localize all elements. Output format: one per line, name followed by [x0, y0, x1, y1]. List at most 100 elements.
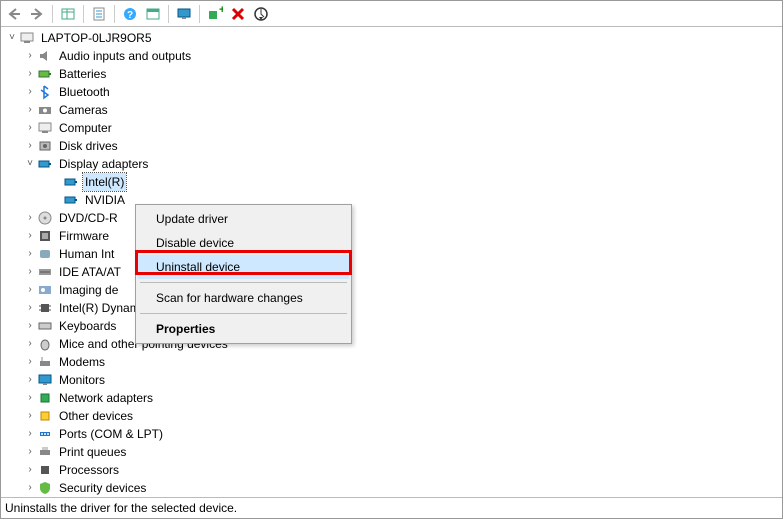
remove-button[interactable]	[227, 3, 249, 25]
tree-item[interactable]: › Modems	[3, 353, 782, 371]
svg-text:+: +	[219, 6, 223, 16]
menu-item-label: Update driver	[156, 212, 228, 226]
tree-item[interactable]: › Network adapters	[3, 389, 782, 407]
tree-item-label[interactable]: IDE ATA/AT	[57, 263, 123, 281]
chevron-right-icon[interactable]: ›	[23, 283, 37, 297]
device-tree[interactable]: ˅ LAPTOP-0LJR9OR5 › Audio inputs and out…	[1, 27, 782, 498]
toolbar-separator	[52, 5, 53, 23]
tree-item[interactable]: › Ports (COM & LPT)	[3, 425, 782, 443]
chevron-right-icon[interactable]: ›	[23, 49, 37, 63]
tree-item-label[interactable]: Intel(R)	[83, 173, 126, 191]
chevron-right-icon[interactable]: ›	[23, 319, 37, 333]
menu-properties[interactable]: Properties	[138, 317, 349, 341]
tree-item-label[interactable]: Network adapters	[57, 389, 155, 407]
tree-item[interactable]: › Processors	[3, 461, 782, 479]
tree-item[interactable]: › Computer	[3, 119, 782, 137]
chevron-right-icon[interactable]: ›	[23, 373, 37, 387]
chevron-right-icon[interactable]: ›	[23, 301, 37, 315]
tree-item-label[interactable]: Disk drives	[57, 137, 120, 155]
chevron-right-icon[interactable]: ›	[23, 337, 37, 351]
menu-item-label: Disable device	[156, 236, 234, 250]
tree-item[interactable]: › Firmware	[3, 227, 782, 245]
tree-item[interactable]: › Human Int	[3, 245, 782, 263]
tree-item[interactable]: › Audio inputs and outputs	[3, 47, 782, 65]
tree-item-label[interactable]: Audio inputs and outputs	[57, 47, 193, 65]
tree-item-label[interactable]: Security devices	[57, 479, 148, 497]
tree-item-label[interactable]: Other devices	[57, 407, 135, 425]
tree-item-label[interactable]: Keyboards	[57, 317, 118, 335]
tree-item[interactable]: › Mice and other pointing devices	[3, 335, 782, 353]
tree-item-label[interactable]: Display adapters	[57, 155, 150, 173]
tree-item-label[interactable]: Modems	[57, 353, 107, 371]
show-hidden-button[interactable]	[57, 3, 79, 25]
tree-item[interactable]: › DVD/CD-R	[3, 209, 782, 227]
chevron-right-icon[interactable]: ›	[23, 247, 37, 261]
tree-item-label[interactable]: NVIDIA	[83, 191, 127, 209]
chevron-right-icon[interactable]: ›	[23, 265, 37, 279]
action-button[interactable]	[142, 3, 164, 25]
chevron-right-icon[interactable]: ›	[23, 427, 37, 441]
window-icon	[145, 6, 161, 22]
tree-item-display-adapters[interactable]: ˅ Display adapters	[3, 155, 782, 173]
chevron-right-icon[interactable]: ›	[23, 139, 37, 153]
chevron-right-icon[interactable]: ›	[23, 391, 37, 405]
menu-disable-device[interactable]: Disable device	[138, 231, 349, 255]
forward-button[interactable]	[26, 3, 48, 25]
scan-icon	[253, 6, 269, 22]
properties-button[interactable]	[88, 3, 110, 25]
tree-item[interactable]: › Imaging de	[3, 281, 782, 299]
chevron-down-icon[interactable]: ˅	[5, 31, 19, 45]
add-hardware-button[interactable]: +	[204, 3, 226, 25]
help-button[interactable]: ?	[119, 3, 141, 25]
tree-item-label[interactable]: Batteries	[57, 65, 108, 83]
toolbar-separator	[114, 5, 115, 23]
chevron-right-icon[interactable]: ›	[23, 445, 37, 459]
tree-item-label[interactable]: Computer	[57, 119, 114, 137]
chevron-right-icon[interactable]: ›	[23, 67, 37, 81]
tree-item-intel[interactable]: Intel(R)	[3, 173, 782, 191]
chevron-right-icon[interactable]: ›	[23, 355, 37, 369]
tree-item-label[interactable]: Print queues	[57, 443, 128, 461]
tree-item[interactable]: › Batteries	[3, 65, 782, 83]
tree-item[interactable]: › IDE ATA/AT	[3, 263, 782, 281]
tree-item-label[interactable]: Processors	[57, 461, 121, 479]
chevron-right-icon[interactable]: ›	[23, 211, 37, 225]
tree-item[interactable]: › Security devices	[3, 479, 782, 497]
tree-root-label[interactable]: LAPTOP-0LJR9OR5	[39, 29, 154, 47]
tree-item-nvidia[interactable]: NVIDIA	[3, 191, 782, 209]
chevron-right-icon[interactable]: ›	[23, 103, 37, 117]
arrow-left-icon	[6, 6, 22, 22]
tree-item[interactable]: › Other devices	[3, 407, 782, 425]
tree-item-label[interactable]: Firmware	[57, 227, 111, 245]
tree-item[interactable]: › Bluetooth	[3, 83, 782, 101]
scan-button[interactable]	[250, 3, 272, 25]
tree-item-label[interactable]: Monitors	[57, 371, 107, 389]
tree-item[interactable]: › Monitors	[3, 371, 782, 389]
chevron-right-icon[interactable]: ›	[23, 85, 37, 99]
tree-root[interactable]: ˅ LAPTOP-0LJR9OR5	[3, 29, 782, 47]
chevron-right-icon[interactable]: ›	[23, 463, 37, 477]
tree-item-label[interactable]: DVD/CD-R	[57, 209, 120, 227]
tree-item-label[interactable]: Cameras	[57, 101, 110, 119]
printer-icon	[37, 444, 53, 460]
menu-uninstall-device[interactable]: Uninstall device	[138, 255, 349, 279]
chevron-right-icon[interactable]: ›	[23, 409, 37, 423]
chevron-down-icon[interactable]: ˅	[23, 157, 37, 171]
tree-item[interactable]: › Cameras	[3, 101, 782, 119]
chevron-right-icon[interactable]: ›	[23, 229, 37, 243]
chevron-right-icon[interactable]: ›	[23, 121, 37, 135]
tree-item-label[interactable]: Human Int	[57, 245, 116, 263]
toolbar-separator	[168, 5, 169, 23]
tree-item-label[interactable]: Imaging de	[57, 281, 120, 299]
tree-item[interactable]: › Intel(R) Dynamic Platform and Thermal …	[3, 299, 782, 317]
view-button[interactable]	[173, 3, 195, 25]
tree-item-label[interactable]: Ports (COM & LPT)	[57, 425, 165, 443]
chevron-right-icon[interactable]: ›	[23, 481, 37, 495]
tree-item[interactable]: › Disk drives	[3, 137, 782, 155]
menu-scan-hardware[interactable]: Scan for hardware changes	[138, 286, 349, 310]
back-button[interactable]	[3, 3, 25, 25]
menu-update-driver[interactable]: Update driver	[138, 207, 349, 231]
tree-item-label[interactable]: Bluetooth	[57, 83, 112, 101]
tree-item[interactable]: › Print queues	[3, 443, 782, 461]
tree-item[interactable]: › Keyboards	[3, 317, 782, 335]
